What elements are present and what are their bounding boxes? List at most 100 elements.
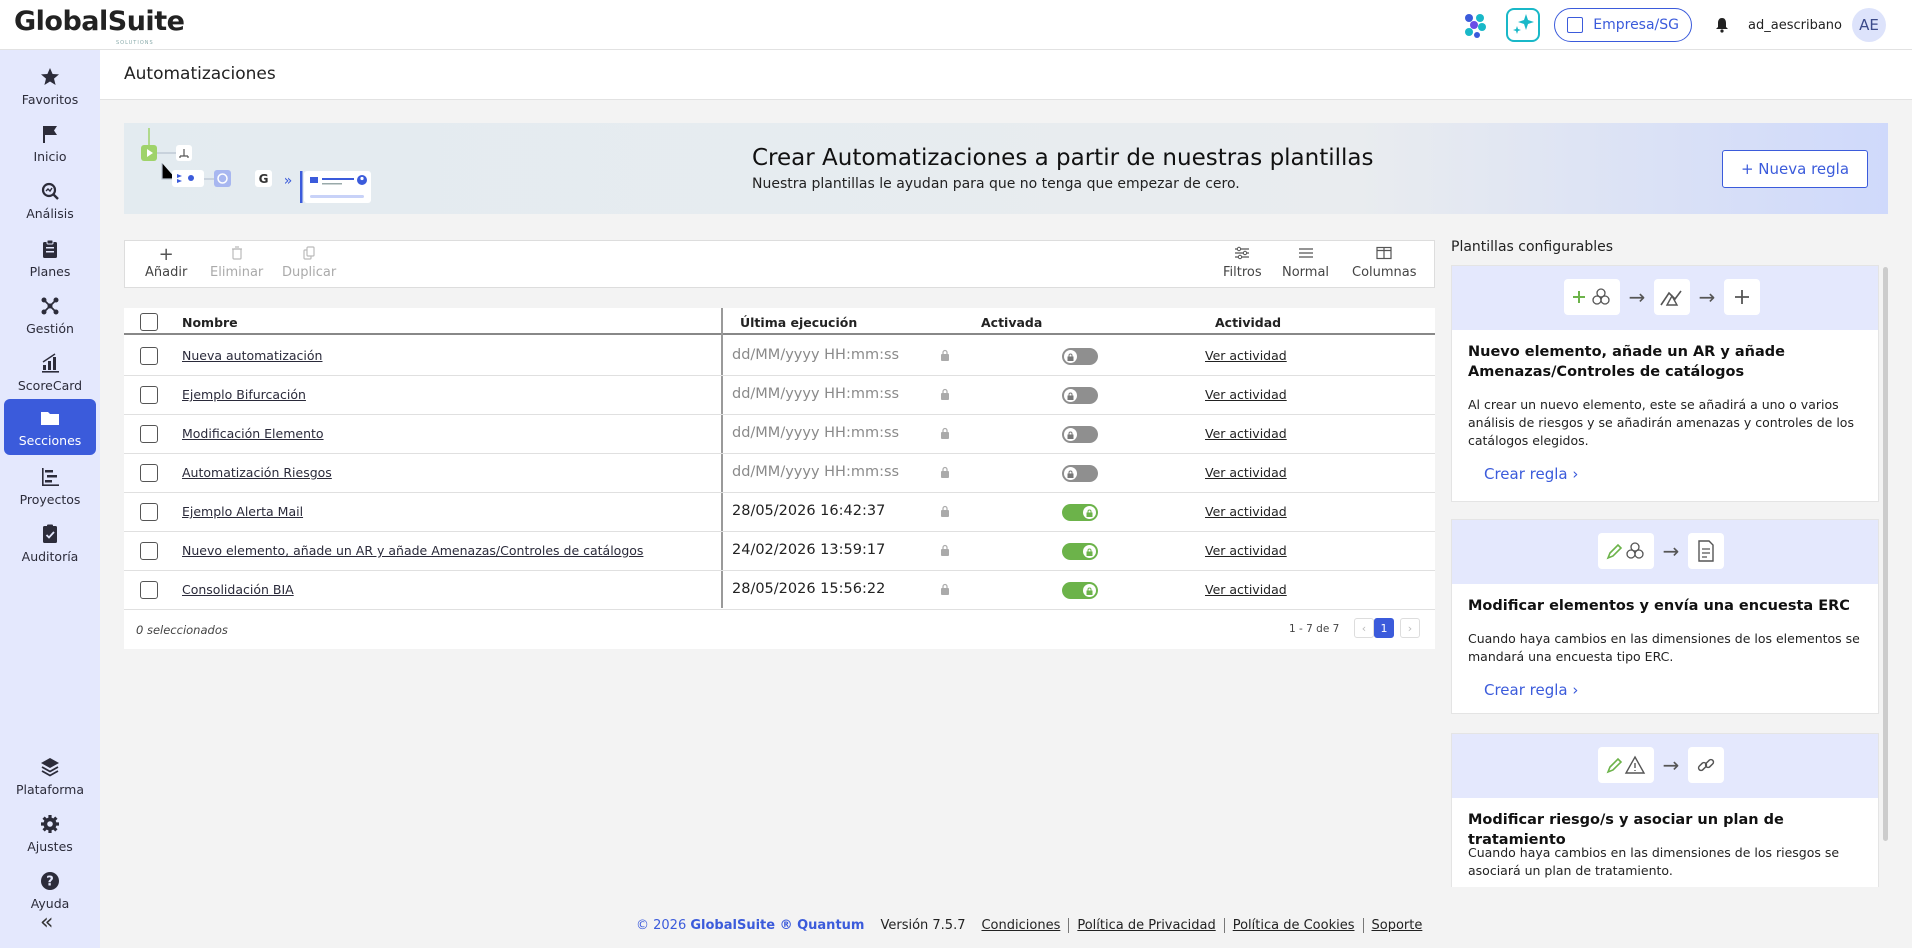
view-activity-link[interactable]: Ver actividad — [1205, 504, 1287, 519]
table-row[interactable]: Nuevo elemento, añade un AR y añade Amen… — [124, 532, 1435, 571]
filters-button[interactable]: Filtros — [1223, 245, 1262, 280]
sidebar-item-label: Auditoría — [21, 548, 79, 564]
table-row[interactable]: Ejemplo Alerta Mail 28/05/2026 16:42:37 … — [124, 493, 1435, 532]
footer-link-conditions[interactable]: Condiciones — [973, 918, 1068, 933]
template-card[interactable]: → Modificar riesgo/s y asociar un plan d… — [1451, 733, 1879, 887]
view-activity-link[interactable]: Ver actividad — [1205, 387, 1287, 402]
view-activity-link[interactable]: Ver actividad — [1205, 543, 1287, 558]
sidebar-item-label: Proyectos — [19, 491, 81, 507]
table-row[interactable]: Nueva automatización dd/MM/yyyy HH:mm:ss… — [124, 337, 1435, 376]
table-row[interactable]: Automatización Riesgos dd/MM/yyyy HH:mm:… — [124, 454, 1435, 493]
view-activity-link[interactable]: Ver actividad — [1205, 426, 1287, 441]
company-selector-button[interactable]: Empresa/SG — [1554, 8, 1693, 42]
columns-button[interactable]: Columnas — [1352, 245, 1417, 280]
sidebar-item-secciones[interactable]: Secciones — [4, 399, 96, 455]
duplicate-button[interactable]: Duplicar — [282, 245, 336, 280]
sidebar-item-favoritos[interactable]: Favoritos — [4, 58, 96, 114]
enabled-toggle[interactable] — [1062, 426, 1098, 443]
username[interactable]: ad_aescribano — [1748, 18, 1842, 33]
automation-name-link[interactable]: Ejemplo Bifurcación — [182, 387, 306, 402]
templates-list[interactable]: → → Nuevo elemento, añade un AR y añade … — [1451, 265, 1888, 887]
folder-icon — [39, 407, 61, 429]
density-button[interactable]: Normal — [1282, 245, 1329, 280]
footer-link-cookies[interactable]: Política de Cookies — [1223, 918, 1363, 933]
sidebar-item-gestion[interactable]: Gestión — [4, 287, 96, 343]
enabled-toggle[interactable] — [1062, 582, 1098, 599]
notifications-bell-icon[interactable] — [1714, 17, 1730, 33]
edit-risk-icon — [1598, 747, 1654, 783]
row-checkbox[interactable] — [140, 542, 158, 560]
row-checkbox[interactable] — [140, 581, 158, 599]
table-row[interactable]: Modificación Elemento dd/MM/yyyy HH:mm:s… — [124, 415, 1435, 454]
row-checkbox[interactable] — [140, 347, 158, 365]
templates-scrollbar[interactable] — [1883, 267, 1888, 841]
toggle-knob-lock-icon — [1064, 350, 1077, 363]
table-row[interactable]: Consolidación BIA 28/05/2026 15:56:22 Ve… — [124, 571, 1435, 610]
avatar[interactable]: AE — [1852, 8, 1886, 42]
lock-icon — [940, 427, 950, 439]
footer-link-support[interactable]: Soporte — [1362, 918, 1431, 933]
view-activity-link[interactable]: Ver actividad — [1205, 582, 1287, 597]
enabled-toggle[interactable] — [1062, 543, 1098, 560]
sidebar-item-inicio[interactable]: Inicio — [4, 115, 96, 171]
sidebar-item-plataforma[interactable]: Plataforma — [4, 748, 96, 804]
enabled-toggle[interactable] — [1062, 465, 1098, 482]
prev-page-button[interactable]: ‹ — [1354, 618, 1374, 638]
enabled-toggle[interactable] — [1062, 348, 1098, 365]
automation-illustration: G » — [141, 128, 371, 203]
last-run-value: 28/05/2026 15:56:22 — [732, 581, 886, 597]
apps-icon[interactable] — [1458, 8, 1492, 42]
column-header-activity[interactable]: Actividad — [1215, 315, 1281, 330]
footer-link-privacy[interactable]: Política de Privacidad — [1068, 918, 1223, 933]
page-button-1[interactable]: 1 — [1374, 618, 1394, 638]
next-page-button[interactable]: › — [1400, 618, 1420, 638]
column-header-last-run[interactable]: Última ejecución — [740, 315, 857, 330]
sidebar-item-proyectos[interactable]: Proyectos — [4, 458, 96, 514]
automation-name-link[interactable]: Consolidación BIA — [182, 582, 294, 597]
checklist-icon — [39, 523, 61, 545]
pagination-range: 1 - 7 de 7 — [1289, 623, 1340, 635]
lock-icon — [940, 466, 950, 478]
delete-button[interactable]: Eliminar — [210, 245, 263, 280]
sidebar-item-analisis[interactable]: Análisis — [4, 172, 96, 228]
automation-name-link[interactable]: Nuevo elemento, añade un AR y añade Amen… — [182, 543, 643, 558]
row-checkbox[interactable] — [140, 425, 158, 443]
view-activity-link[interactable]: Ver actividad — [1205, 348, 1287, 363]
row-checkbox[interactable] — [140, 386, 158, 404]
enabled-toggle[interactable] — [1062, 504, 1098, 521]
row-checkbox[interactable] — [140, 464, 158, 482]
sidebar-item-auditoria[interactable]: Auditoría — [4, 515, 96, 571]
collapse-sidebar-icon[interactable]: « — [40, 910, 53, 935]
template-card[interactable]: → Modificar elementos y envía una encues… — [1451, 519, 1879, 714]
arrow-right-icon: → — [1662, 539, 1680, 563]
column-header-enabled[interactable]: Activada — [981, 315, 1042, 330]
add-button[interactable]: + Añadir — [145, 245, 188, 281]
create-rule-link[interactable]: Crear regla › — [1484, 681, 1578, 699]
automation-name-link[interactable]: Automatización Riesgos — [182, 465, 332, 480]
view-activity-link[interactable]: Ver actividad — [1205, 465, 1287, 480]
toggle-knob-lock-icon — [1064, 467, 1077, 480]
globalsuite-logo[interactable]: GlobalSuite SOLUTIONS — [14, 6, 185, 46]
template-description: Cuando haya cambios en las dimensiones d… — [1468, 631, 1860, 664]
automation-name-link[interactable]: Ejemplo Alerta Mail — [182, 504, 303, 519]
star-icon — [39, 66, 61, 88]
table-row[interactable]: Ejemplo Bifurcación dd/MM/yyyy HH:mm:ss … — [124, 376, 1435, 415]
sidebar-item-planes[interactable]: Planes — [4, 230, 96, 286]
template-card[interactable]: → → Nuevo elemento, añade un AR y añade … — [1451, 265, 1879, 502]
ai-assistant-icon[interactable] — [1506, 8, 1541, 42]
card-flow-header: → → — [1452, 266, 1878, 330]
row-checkbox[interactable] — [140, 503, 158, 521]
sidebar-item-label: Favoritos — [21, 91, 79, 107]
automation-name-link[interactable]: Modificación Elemento — [182, 426, 324, 441]
new-rule-button[interactable]: + Nueva regla — [1722, 150, 1868, 188]
create-rule-link[interactable]: Crear regla › — [1484, 465, 1578, 483]
sidebar-item-scorecard[interactable]: ScoreCard — [4, 344, 96, 400]
sidebar-item-ajustes[interactable]: Ajustes — [4, 805, 96, 861]
select-all-checkbox[interactable] — [140, 313, 158, 331]
building-icon — [1567, 17, 1584, 33]
add-label: Añadir — [145, 265, 188, 280]
enabled-toggle[interactable] — [1062, 387, 1098, 404]
column-header-name[interactable]: Nombre — [182, 315, 238, 330]
automation-name-link[interactable]: Nueva automatización — [182, 348, 322, 363]
lock-icon — [940, 349, 950, 361]
